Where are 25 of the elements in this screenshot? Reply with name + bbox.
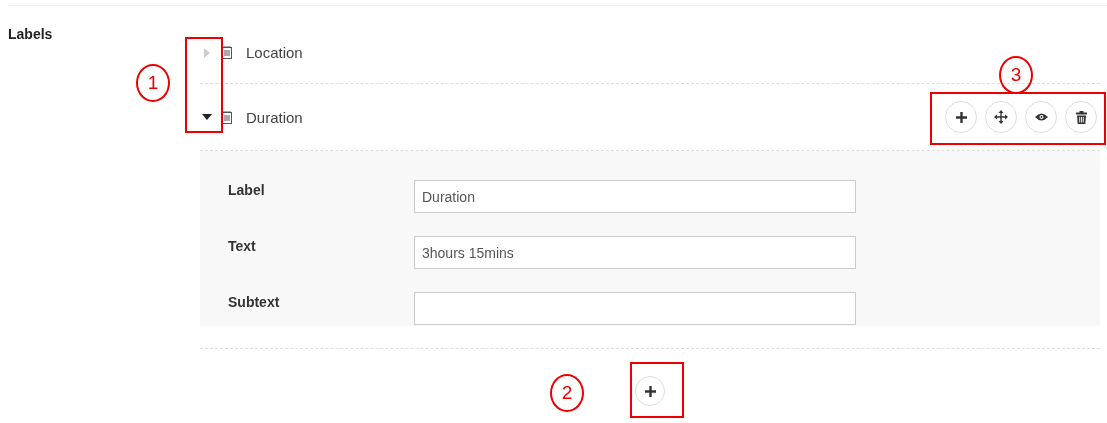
item-label[interactable]: Location bbox=[246, 44, 303, 61]
preview-button[interactable] bbox=[1025, 101, 1057, 133]
plus-icon bbox=[955, 111, 967, 123]
callout-number: 3 bbox=[999, 56, 1033, 94]
field-label: Label bbox=[228, 181, 266, 198]
input-field[interactable] bbox=[414, 292, 856, 325]
field-label: Text bbox=[228, 237, 257, 254]
add-button[interactable] bbox=[635, 376, 665, 406]
plus-icon bbox=[644, 385, 656, 397]
section-label: Labels bbox=[8, 26, 53, 42]
delete-button[interactable] bbox=[1065, 101, 1097, 133]
highlight-frame bbox=[630, 362, 684, 418]
move-button[interactable] bbox=[985, 101, 1017, 133]
callout-number: 1 bbox=[136, 64, 170, 102]
move-icon bbox=[994, 110, 1008, 124]
input-field[interactable]: 3hours 15mins bbox=[414, 236, 856, 269]
field-label: Subtext bbox=[228, 293, 281, 310]
callout-number: 2 bbox=[550, 374, 584, 412]
input-field[interactable]: Duration bbox=[414, 180, 856, 213]
document-icon bbox=[222, 46, 232, 59]
eye-icon bbox=[1034, 113, 1048, 121]
item-label[interactable]: Duration bbox=[246, 108, 303, 126]
trash-icon bbox=[1075, 110, 1087, 124]
document-icon bbox=[222, 110, 232, 124]
add-button[interactable] bbox=[945, 101, 977, 133]
